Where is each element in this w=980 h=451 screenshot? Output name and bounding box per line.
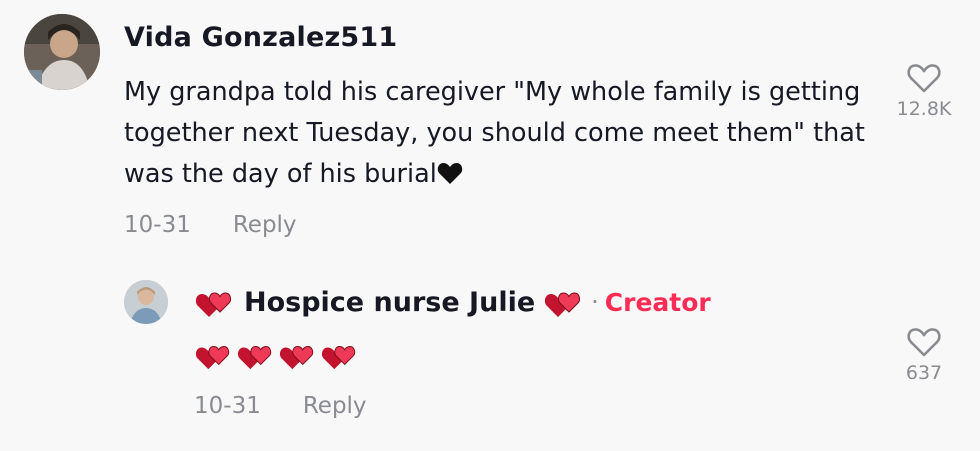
creator-username[interactable]: Hospice nurse Julie — [244, 287, 535, 318]
heart-outline-icon — [884, 62, 964, 94]
creator-badge: Creator — [604, 287, 711, 317]
commenter-avatar[interactable] — [24, 14, 100, 90]
reply-meta: 10-31 Reply — [194, 393, 367, 419]
reply-date: 10-31 — [194, 393, 261, 419]
two-hearts-icon — [194, 284, 236, 320]
two-hearts-icon — [194, 338, 234, 372]
two-hearts-icon — [543, 284, 585, 320]
like-button[interactable]: 637 — [884, 326, 964, 384]
separator-dot: · — [591, 288, 599, 316]
reply-body — [194, 338, 360, 372]
comment-date: 10-31 — [124, 212, 191, 238]
commenter-username[interactable]: Vida Gonzalez511 — [124, 22, 397, 53]
creator-avatar[interactable] — [124, 280, 168, 324]
heart-outline-icon — [884, 326, 964, 358]
black-heart-icon — [437, 157, 463, 184]
comment-text: My grandpa told his caregiver "My whole … — [124, 72, 884, 195]
comment-body: My grandpa told his caregiver "My whole … — [124, 77, 865, 189]
reply-button[interactable]: Reply — [303, 393, 367, 419]
like-count: 12.8K — [896, 98, 952, 120]
reply-header: Hospice nurse Julie · Creator — [194, 284, 711, 320]
like-count: 637 — [905, 362, 943, 384]
comment-meta: 10-31 Reply — [124, 212, 297, 238]
two-hearts-icon — [278, 338, 318, 372]
like-button[interactable]: 12.8K — [884, 62, 964, 120]
two-hearts-icon — [320, 338, 360, 372]
two-hearts-icon — [236, 338, 276, 372]
reply-button[interactable]: Reply — [233, 212, 297, 238]
